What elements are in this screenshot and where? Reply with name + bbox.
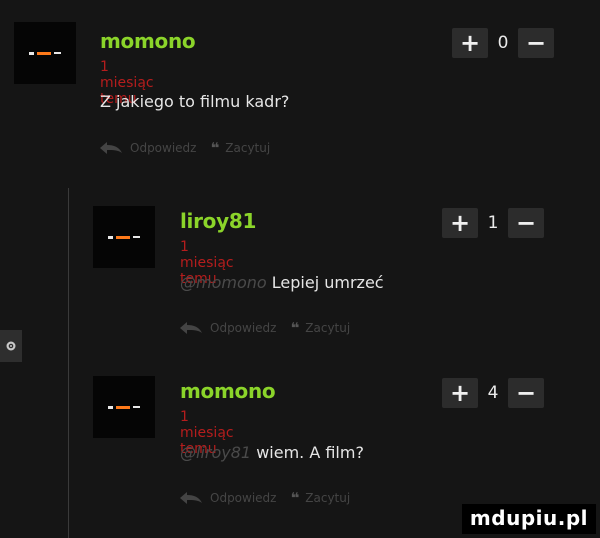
site-watermark: mdupiu.pl <box>461 504 596 534</box>
reply-arrow-icon[interactable] <box>100 142 122 154</box>
upvote-button[interactable]: + <box>442 208 478 238</box>
comment-actions: Odpowiedz ❝ Zacytuj <box>100 139 270 157</box>
avatar-logo <box>29 51 61 55</box>
quote-link[interactable]: Zacytuj <box>305 321 350 335</box>
quote-link[interactable]: Zacytuj <box>305 491 350 505</box>
reply-thread-line <box>68 188 69 538</box>
comment-mention[interactable]: @liroy81 <box>180 443 251 462</box>
avatar-logo <box>108 235 140 239</box>
vote-controls: + 1 − <box>442 208 544 238</box>
reply-link[interactable]: Odpowiedz <box>130 141 196 155</box>
vote-score: 1 <box>487 213 499 233</box>
comment-username[interactable]: momono <box>180 379 276 403</box>
settings-side-tab[interactable] <box>0 330 22 362</box>
comment-username[interactable]: liroy81 <box>180 209 256 233</box>
gear-icon <box>6 341 16 351</box>
downvote-button[interactable]: − <box>508 378 544 408</box>
quote-icon[interactable]: ❝ <box>210 139 219 157</box>
comment-mention[interactable]: @momono <box>180 273 267 292</box>
quote-icon[interactable]: ❝ <box>290 489 299 507</box>
quote-icon[interactable]: ❝ <box>290 319 299 337</box>
upvote-button[interactable]: + <box>452 28 488 58</box>
reply-arrow-icon[interactable] <box>180 322 202 334</box>
downvote-button[interactable]: − <box>508 208 544 238</box>
reply-link[interactable]: Odpowiedz <box>210 321 276 335</box>
avatar[interactable] <box>93 206 155 268</box>
quote-link[interactable]: Zacytuj <box>225 141 270 155</box>
comment-body: @liroy81 wiem. A film? <box>180 443 364 462</box>
vote-controls: + 0 − <box>452 28 554 58</box>
upvote-button[interactable]: + <box>442 378 478 408</box>
vote-controls: + 4 − <box>442 378 544 408</box>
avatar[interactable] <box>93 376 155 438</box>
vote-score: 4 <box>487 383 499 403</box>
avatar[interactable] <box>14 22 76 84</box>
comment-text: wiem. A film? <box>256 443 364 462</box>
comment-text: Lepiej umrzeć <box>271 273 384 292</box>
comment-body: @momono Lepiej umrzeć <box>180 273 384 292</box>
reply-arrow-icon[interactable] <box>180 492 202 504</box>
comment-actions: Odpowiedz ❝ Zacytuj <box>180 319 350 337</box>
reply-link[interactable]: Odpowiedz <box>210 491 276 505</box>
comment-body: Z jakiego to filmu kadr? <box>100 92 289 111</box>
comment-text: Z jakiego to filmu kadr? <box>100 92 290 111</box>
downvote-button[interactable]: − <box>518 28 554 58</box>
vote-score: 0 <box>497 33 509 53</box>
comment-actions: Odpowiedz ❝ Zacytuj <box>180 489 350 507</box>
avatar-logo <box>108 405 140 409</box>
comment-username[interactable]: momono <box>100 29 196 53</box>
